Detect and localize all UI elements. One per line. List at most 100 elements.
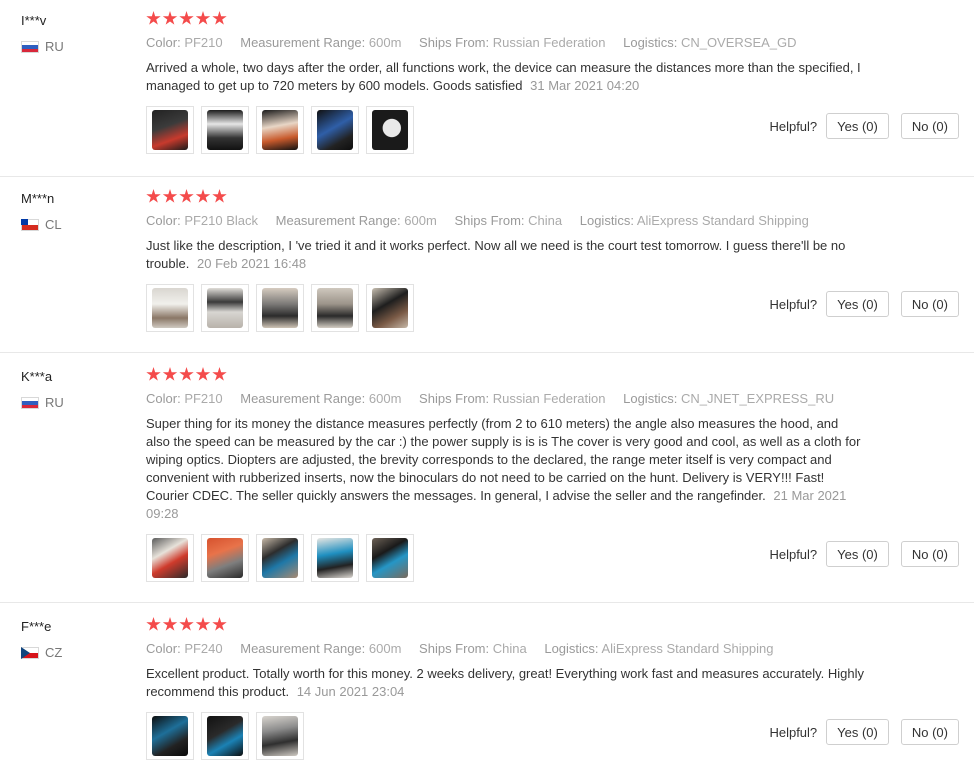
review-photos: [146, 106, 421, 154]
review-photo[interactable]: [201, 284, 249, 332]
helpful-vote: Helpful? Yes (0) No (0): [769, 113, 959, 139]
country-code: CL: [45, 217, 62, 232]
review-photo[interactable]: [256, 534, 304, 582]
color-value: PF210 Black: [184, 213, 259, 228]
review-text: Excellent product. Totally worth for thi…: [146, 666, 864, 699]
review-photo[interactable]: [146, 106, 194, 154]
review-photo[interactable]: [201, 534, 249, 582]
review-photo[interactable]: [366, 284, 414, 332]
helpful-no-button[interactable]: No (0): [900, 291, 959, 317]
range-label: Measurement Range:: [275, 213, 401, 228]
helpful-no-button[interactable]: No (0): [900, 113, 959, 139]
range-label: Measurement Range:: [240, 391, 366, 406]
review-photo[interactable]: [311, 106, 359, 154]
star-icon: [179, 367, 194, 381]
reviewer-name: M***n: [21, 191, 55, 206]
helpful-no-button[interactable]: No (0): [900, 719, 959, 745]
review-item: I***v RU Color: PF210 Measurement Range:…: [0, 9, 974, 177]
reviewer-name: K***a: [21, 369, 53, 384]
review-photo[interactable]: [311, 534, 359, 582]
logistics-value: CN_OVERSEA_GD: [680, 35, 797, 50]
review-photo[interactable]: [201, 712, 249, 760]
color-value: PF210: [184, 391, 223, 406]
star-icon: [146, 189, 161, 203]
russia-flag-icon: [21, 396, 39, 409]
product-attributes: Color: PF240 Measurement Range: 600m Shi…: [146, 641, 787, 656]
helpful-yes-button[interactable]: Yes (0): [826, 541, 889, 567]
product-attributes: Color: PF210 Measurement Range: 600m Shi…: [146, 35, 811, 50]
helpful-label: Helpful?: [769, 546, 818, 562]
star-rating: [146, 11, 229, 29]
helpful-label: Helpful?: [769, 296, 818, 312]
review-photo[interactable]: [146, 284, 194, 332]
color-label: Color:: [146, 35, 181, 50]
review-content: Arrived a whole, two days after the orde…: [146, 59, 864, 95]
review-photo[interactable]: [146, 712, 194, 760]
star-icon: [195, 367, 211, 381]
review-text: Arrived a whole, two days after the orde…: [146, 60, 861, 93]
logistics-label: Logistics:: [579, 213, 634, 228]
star-icon: [212, 617, 227, 631]
review-content: Excellent product. Totally worth for thi…: [146, 665, 864, 701]
color-label: Color:: [146, 213, 181, 228]
logistics-label: Logistics:: [623, 35, 678, 50]
review-photo[interactable]: [256, 284, 304, 332]
review-date: 20 Feb 2021 16:48: [197, 256, 307, 271]
helpful-yes-button[interactable]: Yes (0): [826, 291, 889, 317]
review-photo[interactable]: [366, 534, 414, 582]
ships-from-label: Ships From:: [454, 213, 525, 228]
czech-flag-icon: [21, 646, 39, 659]
star-icon: [162, 367, 178, 381]
helpful-label: Helpful?: [769, 724, 818, 740]
review-item: K***a RU Color: PF210 Measurement Range:…: [0, 365, 974, 603]
ships-from-value: Russian Federation: [492, 35, 606, 50]
logistics-label: Logistics:: [544, 641, 599, 656]
chile-flag-icon: [21, 218, 39, 231]
review-content: Super thing for its money the distance m…: [146, 415, 864, 523]
review-text: Super thing for its money the distance m…: [146, 416, 861, 503]
star-rating: [146, 367, 229, 385]
star-rating: [146, 617, 229, 635]
star-icon: [162, 617, 178, 631]
review-photo[interactable]: [201, 106, 249, 154]
helpful-vote: Helpful? Yes (0) No (0): [769, 719, 959, 745]
star-icon: [195, 11, 211, 25]
review-photo[interactable]: [366, 106, 414, 154]
star-icon: [212, 11, 227, 25]
logistics-value: CN_JNET_EXPRESS_RU: [680, 391, 835, 406]
review-date: 31 Mar 2021 04:20: [530, 78, 640, 93]
star-icon: [162, 189, 178, 203]
review-photo[interactable]: [311, 284, 359, 332]
star-icon: [146, 367, 161, 381]
review-photos: [146, 534, 421, 582]
logistics-value: AliExpress Standard Shipping: [601, 641, 774, 656]
review-photo[interactable]: [256, 712, 304, 760]
review-item: M***n CL Color: PF210 Black Measurement …: [0, 187, 974, 353]
color-label: Color:: [146, 641, 181, 656]
product-attributes: Color: PF210 Measurement Range: 600m Shi…: [146, 391, 848, 406]
color-value: PF210: [184, 35, 223, 50]
helpful-no-button[interactable]: No (0): [900, 541, 959, 567]
review-photos: [146, 712, 311, 760]
helpful-yes-button[interactable]: Yes (0): [826, 113, 889, 139]
review-content: Just like the description, I 've tried i…: [146, 237, 864, 273]
russia-flag-icon: [21, 40, 39, 53]
star-icon: [146, 617, 161, 631]
review-photo[interactable]: [256, 106, 304, 154]
reviewer-country: CZ: [21, 645, 62, 660]
range-value: 600m: [404, 213, 437, 228]
logistics-value: AliExpress Standard Shipping: [636, 213, 809, 228]
star-rating: [146, 189, 229, 207]
star-icon: [195, 617, 211, 631]
reviewer-country: RU: [21, 395, 64, 410]
star-icon: [212, 189, 227, 203]
star-icon: [146, 11, 161, 25]
ships-from-label: Ships From:: [419, 35, 490, 50]
logistics-label: Logistics:: [623, 391, 678, 406]
star-icon: [162, 11, 178, 25]
star-icon: [179, 617, 194, 631]
helpful-yes-button[interactable]: Yes (0): [826, 719, 889, 745]
ships-from-label: Ships From:: [419, 641, 490, 656]
reviewer-country: RU: [21, 39, 64, 54]
review-photo[interactable]: [146, 534, 194, 582]
